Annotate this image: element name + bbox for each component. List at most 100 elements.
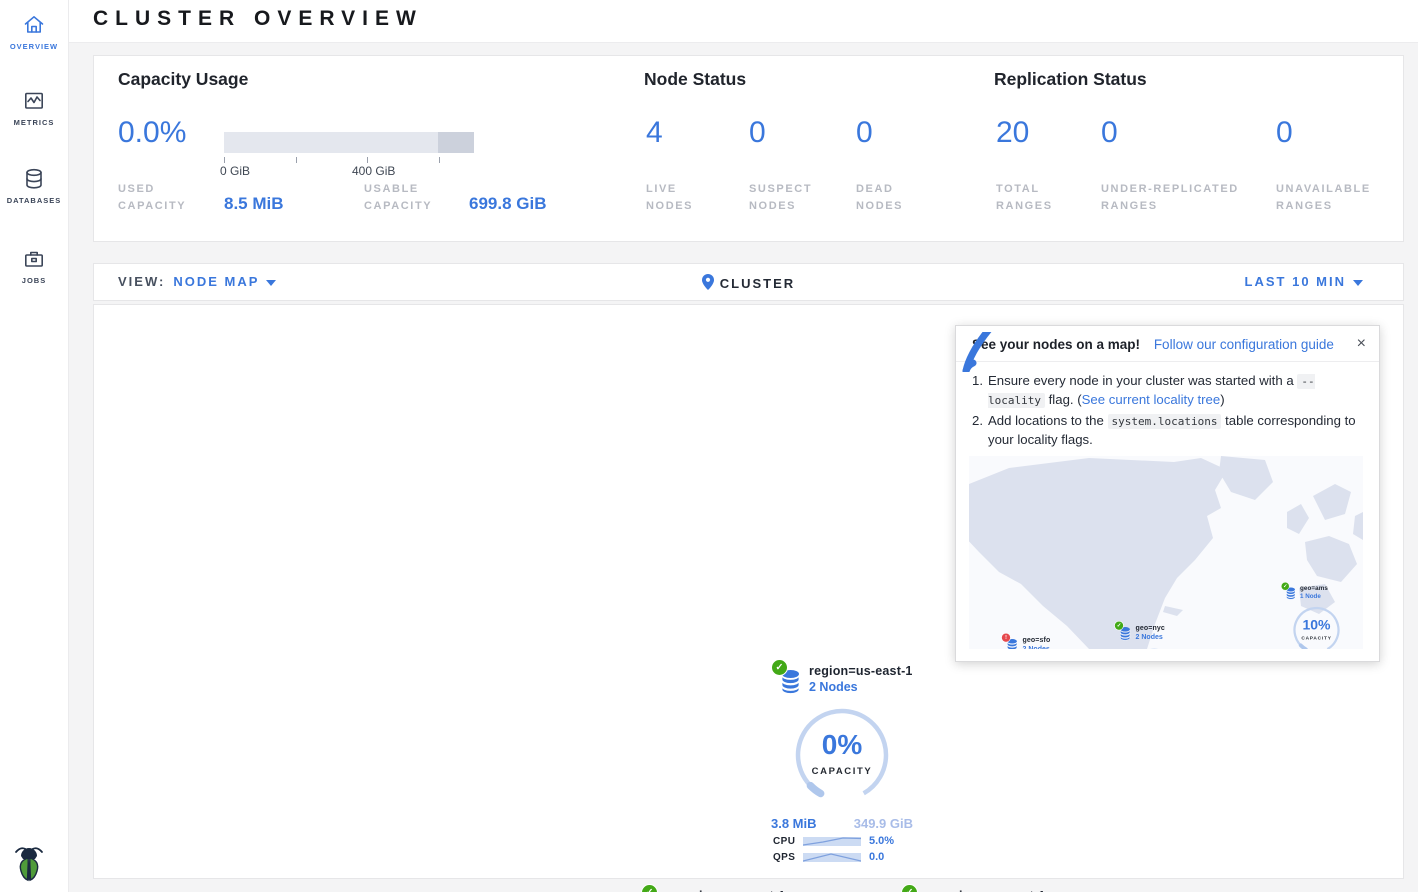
capacity-bar (224, 132, 474, 153)
cpu-label: CPU (773, 836, 803, 847)
region-label: geo=ams (1300, 585, 1328, 592)
unavailable-ranges-label: UNAVAILABLE RANGES (1276, 181, 1371, 215)
nodes-count-link[interactable]: 2 Nodes (1023, 645, 1051, 649)
nodes-count-link[interactable]: 2 Nodes (1136, 633, 1165, 641)
close-icon[interactable]: × (1357, 335, 1366, 353)
status-badge-icon: ✓ (1281, 582, 1290, 591)
databases-icon (22, 167, 46, 191)
qps-sparkline (803, 851, 861, 863)
sidebar: OVERVIEW METRICS DATABASES JOBS (0, 0, 69, 892)
region-card-header: ✓ region=eu-west-1 1 Node (637, 886, 787, 892)
qps-value: 0.0 (869, 851, 884, 863)
popup-header: See your nodes on a map! Follow our conf… (956, 326, 1379, 362)
popup-body: 1. Ensure every node in your cluster was… (956, 362, 1379, 450)
region-node-card[interactable]: ✓ geo=ams 1 Node 10% CAPACITY 3.6 GiB 34… (1279, 583, 1354, 649)
region-node-card[interactable]: ✓ region=us-west-1 1 Node 0% CAPACITY 2.… (897, 886, 1047, 892)
sidebar-item-jobs[interactable]: JOBS (0, 247, 68, 285)
axis-tick-label: 0 GiB (220, 164, 250, 178)
status-badge-icon: ✓ (901, 884, 918, 892)
region-card-header: ✓ region=us-east-1 2 Nodes (767, 661, 917, 705)
sidebar-label: JOBS (0, 276, 68, 285)
capacity-arc (1125, 646, 1183, 649)
region-card-header: ✓ geo=nyc 2 Nodes (1112, 622, 1196, 647)
region-node-card[interactable]: ! geo=sfo 2 Nodes 9% CAPACITY 3.2 GiB 35… (999, 634, 1083, 649)
replication-status-title: Replication Status (994, 69, 1147, 90)
locality-breadcrumb: CLUSTER (94, 274, 1403, 291)
sidebar-item-databases[interactable]: DATABASES (0, 167, 68, 205)
region-card-header: ! geo=sfo 2 Nodes (999, 634, 1083, 649)
sidebar-label: DATABASES (0, 196, 68, 205)
live-nodes-count: 4 (646, 116, 663, 150)
step-number: 2. (972, 411, 988, 449)
axis-tick-label: 400 GiB (352, 164, 395, 178)
cluster-label: CLUSTER (720, 276, 795, 291)
capacity-caption: CAPACITY (1291, 636, 1343, 642)
unavailable-ranges-count: 0 (1276, 116, 1293, 150)
chevron-down-icon (1353, 280, 1363, 286)
view-bar: VIEW:NODE MAP CLUSTER LAST 10 MIN (93, 263, 1404, 301)
qps-label: QPS (773, 852, 803, 863)
usable-capacity-label: USABLE CAPACITY (364, 181, 432, 215)
cpu-value: 5.0% (869, 835, 894, 847)
region-card-header: ✓ region=us-west-1 1 Node (897, 886, 1047, 892)
axis-tick (224, 157, 225, 163)
region-label: region=us-east-1 (809, 664, 913, 678)
region-card-header: ✓ geo=ams 1 Node (1279, 583, 1354, 605)
time-range-dropdown[interactable]: LAST 10 MIN (1245, 274, 1363, 289)
cluster-overview-page: CLUSTER OVERVIEW OVERVIEW METRICS (0, 0, 1418, 892)
nodes-count-link[interactable]: 2 Nodes (809, 680, 913, 694)
sidebar-label: OVERVIEW (0, 42, 68, 51)
system-locations-code: system.locations (1108, 414, 1222, 429)
axis-tick (439, 157, 440, 163)
capacity-bar-reserved-segment (438, 132, 474, 153)
status-badge-icon: ! (1001, 633, 1011, 643)
example-node-map-image: ! geo=sfo 2 Nodes 9% CAPACITY 3.2 GiB 35… (969, 456, 1363, 649)
step-text: Ensure every node in your cluster was st… (988, 373, 1297, 388)
live-nodes-label: LIVE NODES (646, 181, 693, 215)
nodes-count-link[interactable]: 1 Node (1300, 593, 1328, 600)
status-badge-icon: ✓ (771, 659, 788, 676)
time-range-value: LAST 10 MIN (1245, 274, 1346, 289)
capacity-used-percent: 0.0% (118, 116, 186, 150)
capacity-percent: 10% (1291, 617, 1343, 633)
dead-nodes-count: 0 (856, 116, 873, 150)
step-done-check-icon (961, 332, 997, 372)
used-capacity-value: 3.8 MiB (771, 816, 817, 831)
region-node-card[interactable]: ✓ region=us-east-1 2 Nodes 0% CAPACITY 3… (767, 661, 917, 863)
region-node-card[interactable]: ✓ region=eu-west-1 1 Node 0% CAPACITY 2.… (637, 886, 787, 892)
page-header: CLUSTER OVERVIEW (68, 0, 1418, 43)
capacity-percent: 0% (790, 729, 894, 761)
sidebar-item-metrics[interactable]: METRICS (0, 89, 68, 127)
under-replicated-ranges-count: 0 (1101, 116, 1118, 150)
dead-nodes-label: DEAD NODES (856, 181, 903, 215)
capacity-gauge: 6% CAPACITY (1125, 646, 1183, 649)
sidebar-item-overview[interactable]: OVERVIEW (0, 13, 68, 51)
node-map-config-popup: See your nodes on a map! Follow our conf… (955, 325, 1380, 662)
total-ranges-label: TOTAL RANGES (996, 181, 1053, 215)
step-text: Add locations to the (988, 413, 1108, 428)
configuration-guide-link[interactable]: Follow our configuration guide (1154, 337, 1334, 352)
config-step-1: 1. Ensure every node in your cluster was… (972, 371, 1363, 409)
capacity-usage-title: Capacity Usage (118, 69, 248, 90)
region-node-card[interactable]: ✓ geo=nyc 2 Nodes 6% CAPACITY 3.7 GiB 65… (1112, 622, 1196, 649)
node-status-title: Node Status (644, 69, 746, 90)
axis-tick (296, 157, 297, 163)
cockroach-logo (12, 844, 46, 882)
page-title: CLUSTER OVERVIEW (93, 7, 423, 31)
status-badge-icon: ✓ (1114, 621, 1124, 631)
step-text: ) (1220, 392, 1224, 407)
capacity-caption: CAPACITY (790, 766, 894, 777)
suspect-nodes-count: 0 (749, 116, 766, 150)
status-badge-icon: ✓ (641, 884, 658, 892)
metrics-icon (22, 89, 46, 113)
config-step-2: 2. Add locations to the system.locations… (972, 411, 1363, 449)
region-label: geo=nyc (1136, 624, 1165, 632)
step-number: 1. (972, 371, 988, 409)
capacity-gauge: 0% CAPACITY (790, 703, 894, 807)
sidebar-label: METRICS (0, 118, 68, 127)
under-replicated-ranges-label: UNDER-REPLICATED RANGES (1101, 181, 1239, 215)
suspect-nodes-label: SUSPECT NODES (749, 181, 812, 215)
locality-tree-link[interactable]: See current locality tree (1082, 392, 1221, 407)
axis-tick (367, 157, 368, 163)
used-capacity-value: 8.5 MiB (224, 194, 284, 214)
